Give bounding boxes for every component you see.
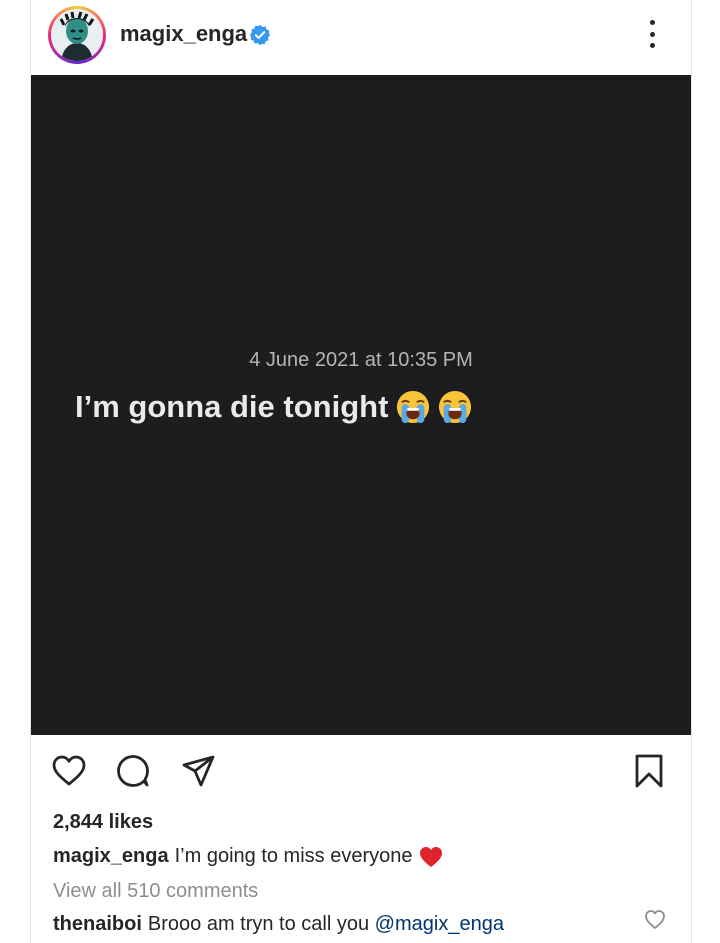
comment-mention[interactable]: @magix_enga — [375, 913, 504, 935]
heart-icon[interactable] — [49, 751, 89, 791]
post-username[interactable]: magix_enga — [120, 21, 247, 47]
loudly-crying-face-emoji — [397, 390, 430, 424]
image-text: I’m gonna die tonight — [75, 389, 389, 424]
avatar[interactable] — [51, 9, 103, 61]
verified-badge-icon — [249, 24, 271, 46]
caption: magix_enga I’m going to miss everyone — [53, 845, 443, 868]
like-count[interactable]: 2,844 likes — [53, 811, 153, 834]
comment-row: thenaiboi Brooo am tryn to call you @magi… — [53, 913, 504, 936]
comment-icon[interactable] — [113, 751, 153, 791]
view-all-comments-link[interactable]: View all 510 comments — [53, 880, 258, 903]
post-image[interactable]: 4 June 2021 at 10:35 PM I’m gonna die to… — [31, 75, 691, 735]
comment-text: Brooo am tryn to call you — [147, 913, 375, 935]
comment-heart-icon[interactable] — [643, 908, 667, 932]
caption-text: I’m going to miss everyone — [174, 845, 413, 867]
more-options-icon[interactable] — [637, 16, 667, 52]
loudly-crying-face-emoji — [439, 390, 472, 424]
comment-username[interactable]: thenaiboi — [53, 913, 142, 935]
caption-username[interactable]: magix_enga — [53, 845, 169, 868]
instagram-post: magix_enga 4 June 2021 at 10:35 PM I’m g… — [30, 0, 692, 943]
image-text-line: I’m gonna die tonight — [75, 389, 472, 425]
action-bar — [31, 745, 691, 801]
image-timestamp: 4 June 2021 at 10:35 PM — [249, 349, 473, 371]
bookmark-icon[interactable] — [629, 751, 669, 791]
share-icon[interactable] — [179, 751, 219, 791]
red-heart-emoji — [419, 846, 442, 867]
post-header: magix_enga — [31, 0, 691, 75]
avatar-story-ring[interactable] — [48, 6, 106, 64]
